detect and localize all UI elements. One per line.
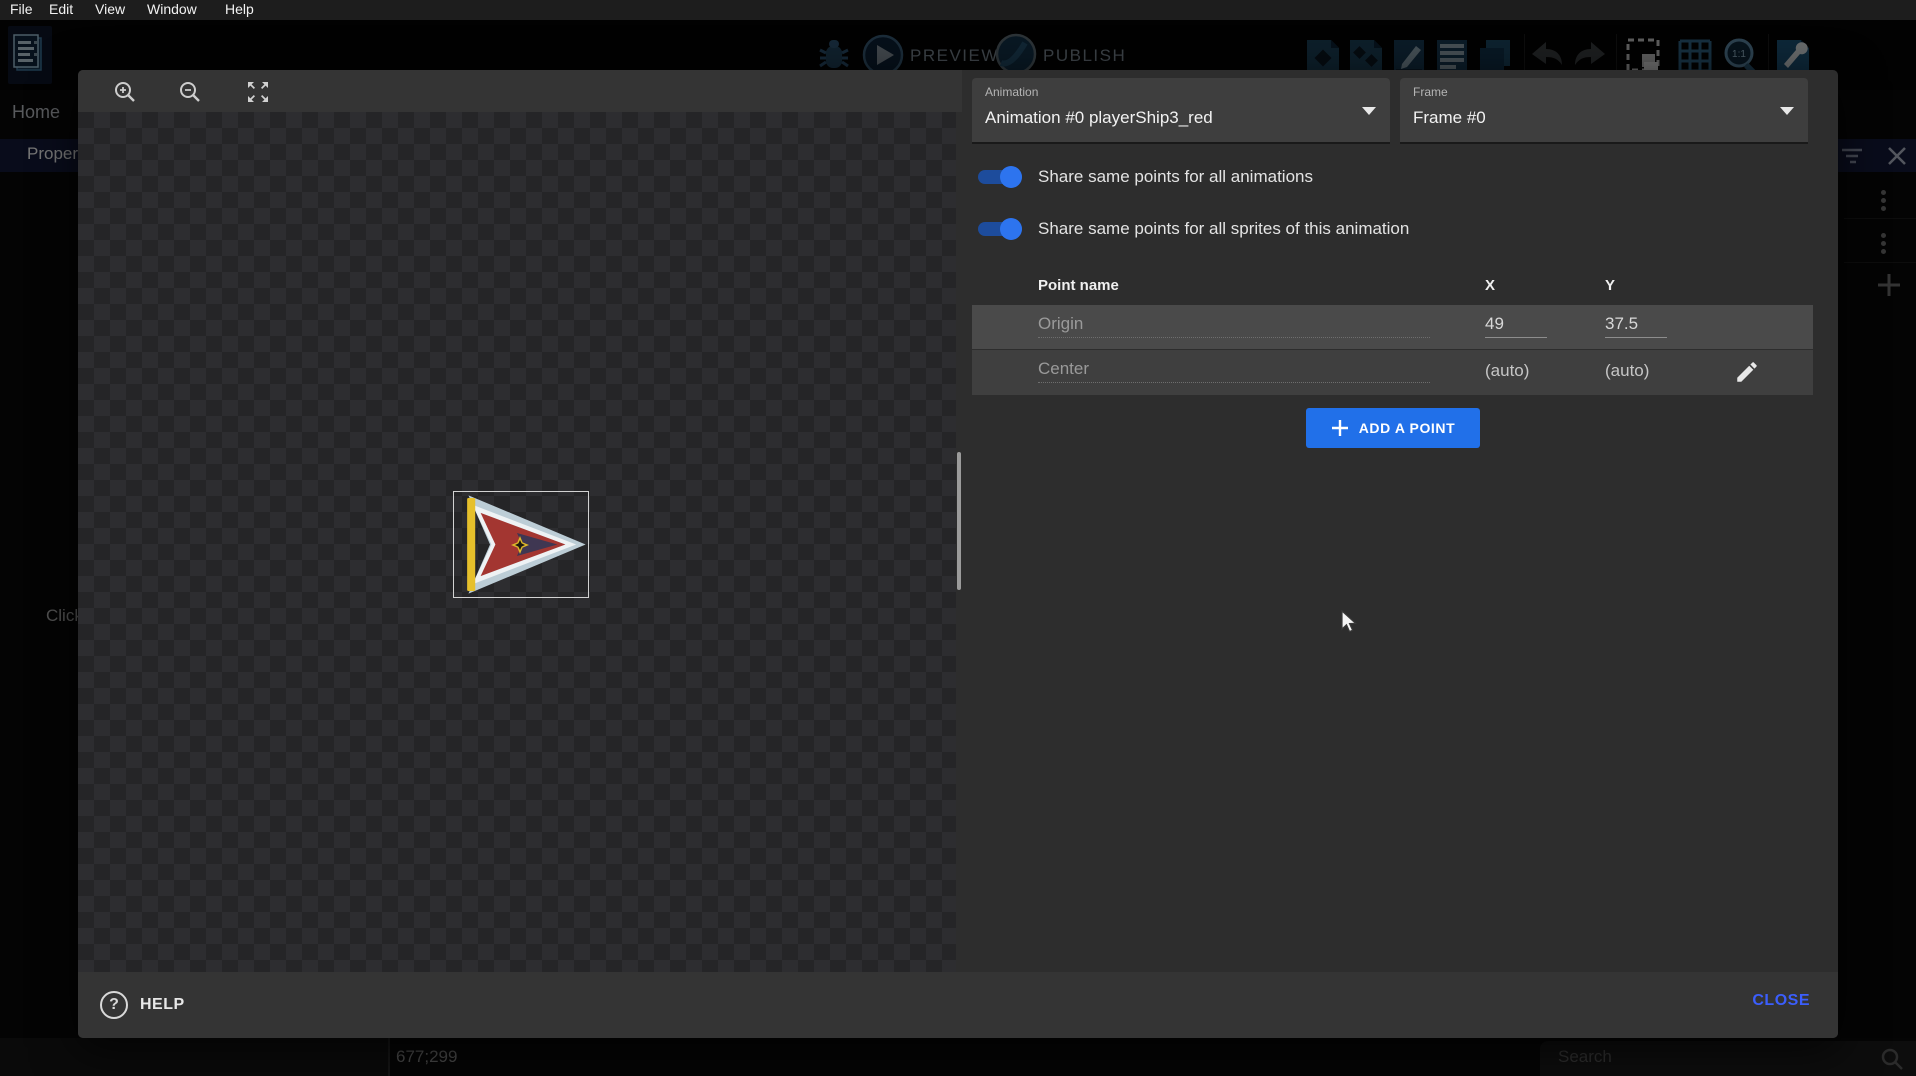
point-name-field[interactable] xyxy=(1038,359,1430,383)
edit-pencil-icon[interactable] xyxy=(1734,359,1760,385)
frame-select-value: Frame #0 xyxy=(1413,108,1486,128)
share-points-all-sprites-toggle[interactable] xyxy=(978,221,1022,237)
menu-window[interactable]: Window xyxy=(147,1,197,17)
menu-bar: File Edit View Window Help xyxy=(0,0,1916,20)
canvas-toolbar xyxy=(78,70,962,112)
point-x-field[interactable] xyxy=(1485,314,1547,338)
points-editor-dialog: Animation Animation #0 playerShip3_red F… xyxy=(78,70,1838,1038)
menu-help[interactable]: Help xyxy=(225,1,254,17)
points-table-header: Point name X Y xyxy=(972,269,1813,305)
table-row-center[interactable]: (auto) (auto) xyxy=(972,350,1813,395)
share-points-all-sprites-row: Share same points for all sprites of thi… xyxy=(972,210,1409,248)
origin-crosshair-icon[interactable] xyxy=(510,535,530,555)
menu-edit[interactable]: Edit xyxy=(49,1,73,17)
share-points-all-animations-toggle[interactable] xyxy=(978,169,1022,185)
toggle-label: Share same points for all sprites of thi… xyxy=(1038,219,1409,239)
dialog-bottom-bar: ? HELP CLOSE xyxy=(78,972,1838,1038)
close-button[interactable]: CLOSE xyxy=(1752,992,1810,1010)
add-point-label: ADD A POINT xyxy=(1359,420,1456,436)
canvas-scrollbar[interactable] xyxy=(957,452,961,590)
zoom-in-icon[interactable] xyxy=(114,81,136,103)
point-y-field[interactable] xyxy=(1605,314,1667,338)
help-circle-icon: ? xyxy=(100,991,128,1019)
col-x: X xyxy=(1485,277,1495,294)
share-points-all-animations-row: Share same points for all animations xyxy=(972,158,1313,196)
help-button[interactable]: ? HELP xyxy=(100,988,185,1022)
frame-select-label: Frame xyxy=(1413,85,1448,99)
animation-select-label: Animation xyxy=(985,85,1038,99)
toggle-label: Share same points for all animations xyxy=(1038,167,1313,187)
point-name-field[interactable] xyxy=(1038,314,1430,338)
point-x-auto: (auto) xyxy=(1485,361,1529,381)
table-row-origin[interactable] xyxy=(972,305,1813,349)
animation-select[interactable]: Animation Animation #0 playerShip3_red xyxy=(972,78,1390,144)
menu-view[interactable]: View xyxy=(95,1,125,17)
dropdown-caret-icon xyxy=(1780,107,1794,115)
help-label: HELP xyxy=(140,996,185,1014)
zoom-out-icon[interactable] xyxy=(179,81,201,103)
frame-select[interactable]: Frame Frame #0 xyxy=(1400,78,1808,144)
col-y: Y xyxy=(1605,277,1615,294)
add-plus-icon xyxy=(1331,419,1349,437)
menu-file[interactable]: File xyxy=(10,1,33,17)
col-point-name: Point name xyxy=(1038,277,1119,294)
add-point-button[interactable]: ADD A POINT xyxy=(1306,408,1480,448)
fullscreen-icon[interactable] xyxy=(247,81,269,103)
animation-select-value: Animation #0 playerShip3_red xyxy=(985,108,1213,128)
sprite-selection-box[interactable] xyxy=(453,491,589,598)
point-y-auto: (auto) xyxy=(1605,361,1649,381)
dropdown-caret-icon xyxy=(1362,107,1376,115)
